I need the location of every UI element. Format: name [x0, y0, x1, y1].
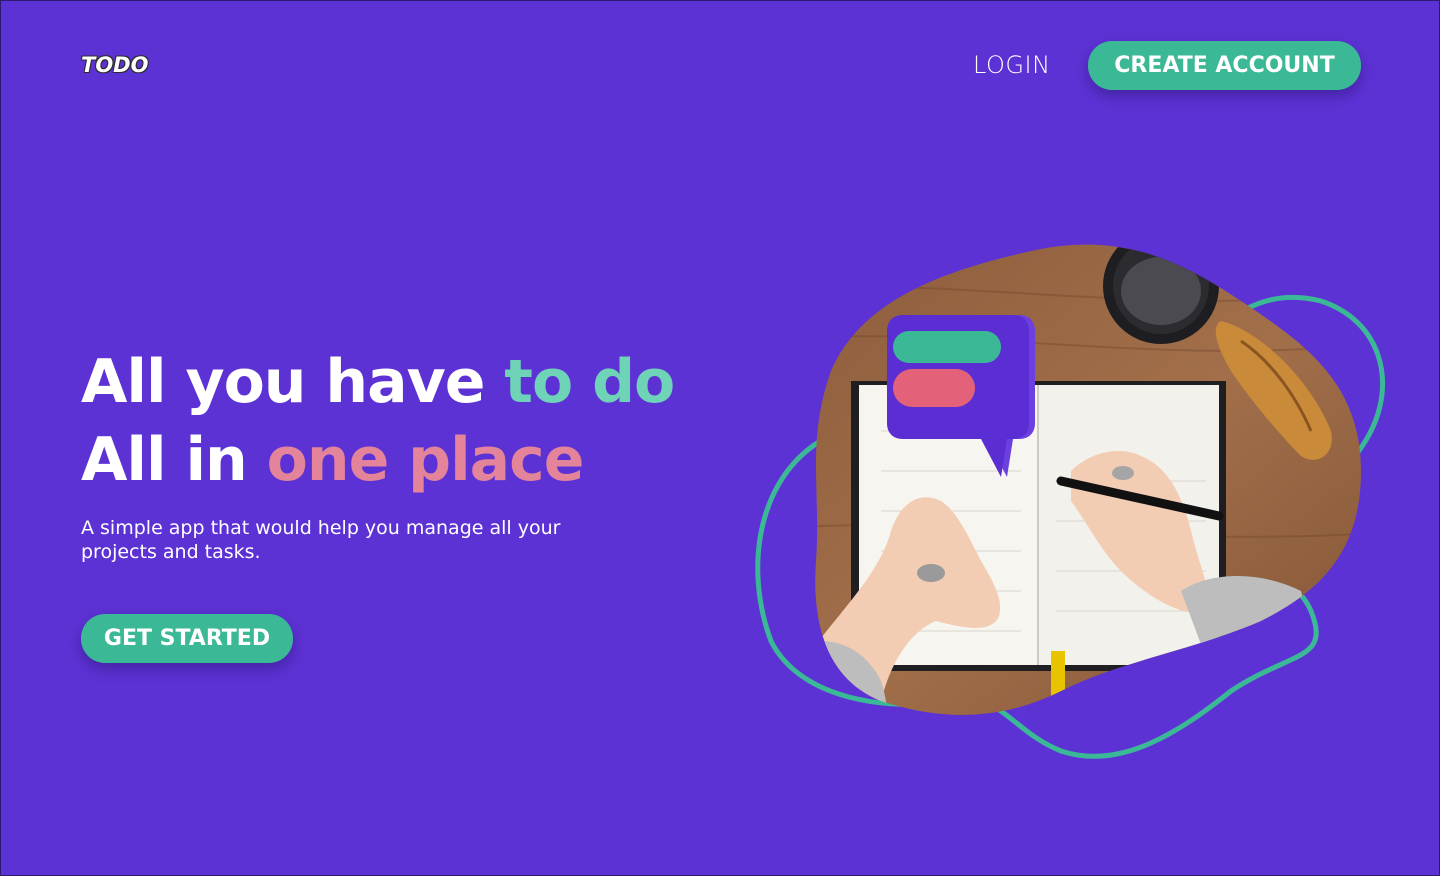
coffee-cup-icon [1103, 244, 1219, 344]
hero-illustration [741, 231, 1401, 771]
create-account-button[interactable]: CREATE ACCOUNT [1088, 41, 1361, 90]
hero-line1-accent: to do [504, 347, 675, 417]
hero-subtitle: A simple app that would help you manage … [81, 517, 561, 563]
get-started-button[interactable]: GET STARTED [81, 614, 293, 663]
logo[interactable]: TODO [81, 53, 148, 77]
hero-line1-text: All you have [81, 347, 505, 417]
hero-title: All you have to do All in one place [81, 343, 675, 499]
login-link[interactable]: LOGIN [973, 51, 1051, 79]
hero-line2-text: All in [81, 425, 267, 495]
hero-line2-accent: one place [266, 425, 585, 495]
